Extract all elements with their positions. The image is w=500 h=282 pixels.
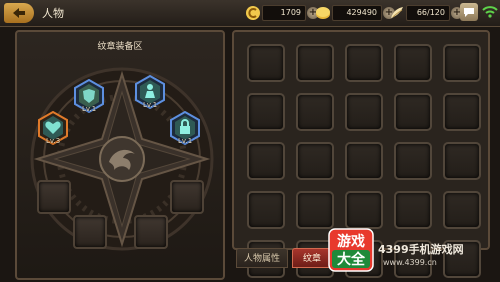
emblem-inventory-panel (232, 30, 490, 278)
inventory-slot[interactable] (443, 44, 481, 82)
page-title: 人物 (42, 7, 64, 20)
crystal-icon (244, 4, 262, 22)
inventory-slot[interactable] (394, 191, 432, 229)
wing-icon (388, 4, 406, 22)
stamina-resource: 66/120 + (388, 4, 463, 22)
inventory-slot[interactable] (247, 142, 285, 180)
emblem-level-label: Lv.3 (46, 137, 61, 145)
wifi-icon (482, 6, 498, 18)
watermark-site-name: 4399手机游戏网 (378, 243, 464, 256)
inventory-slot[interactable] (296, 191, 334, 229)
emblem-badge-lock[interactable]: Lv.1 (170, 110, 200, 146)
stamina-count: 66/120 (406, 5, 450, 21)
inventory-slot[interactable] (247, 93, 285, 131)
inventory-slot[interactable] (394, 44, 432, 82)
tab-emblem[interactable]: 纹章 (292, 248, 332, 268)
emblem-empty-slot[interactable] (73, 215, 107, 249)
top-bar: 人物 1709 + 429490 + 66/120 + (0, 0, 500, 27)
tab-character-attributes[interactable]: 人物属性 (236, 248, 288, 268)
inventory-slot[interactable] (345, 142, 383, 180)
inventory-slot[interactable] (394, 93, 432, 131)
inventory-slot[interactable] (345, 93, 383, 131)
crystal-resource: 1709 + (244, 4, 319, 22)
back-button[interactable] (4, 3, 34, 23)
inventory-slot[interactable] (247, 44, 285, 82)
inventory-slot[interactable] (296, 44, 334, 82)
watermark-url: www.4399.cn (383, 258, 437, 267)
gold-coin-icon (314, 4, 332, 22)
emblem-empty-slot[interactable] (134, 215, 168, 249)
gold-resource: 429490 + (314, 4, 395, 22)
emblem-badge-heart[interactable]: Lv.3 (38, 110, 68, 146)
inventory-slot[interactable] (443, 93, 481, 131)
inventory-slot[interactable] (247, 191, 285, 229)
emblem-level-label: Lv.1 (178, 137, 193, 145)
emblem-badge-shield[interactable]: Lv.1 (74, 78, 104, 114)
inventory-slot[interactable] (443, 142, 481, 180)
svg-text:大全: 大全 (337, 251, 366, 268)
inventory-slot[interactable] (296, 142, 334, 180)
emblem-wheel (30, 67, 214, 251)
emblem-badge-figure[interactable]: Lv.1 (135, 74, 165, 110)
inventory-slot[interactable] (296, 93, 334, 131)
emblem-level-label: Lv.1 (143, 101, 158, 109)
emblem-empty-slot[interactable] (37, 180, 71, 214)
inventory-slot[interactable] (345, 44, 383, 82)
emblem-equip-panel: 纹章装备区 Lv.1 Lv.1 Lv.3 Lv.1 (15, 30, 225, 280)
svg-text:游戏: 游戏 (337, 233, 365, 250)
chat-icon (464, 7, 474, 17)
crystal-count: 1709 (262, 5, 306, 21)
gold-count: 429490 (332, 5, 382, 21)
inventory-slot[interactable] (394, 142, 432, 180)
chat-button[interactable] (460, 3, 478, 21)
inventory-slot[interactable] (345, 191, 383, 229)
back-arrow-icon (13, 8, 25, 18)
emblem-empty-slot[interactable] (170, 180, 204, 214)
watermark-logo: 游戏 大全 (328, 228, 374, 272)
emblem-level-label: Lv.1 (82, 105, 97, 113)
inventory-slot[interactable] (443, 191, 481, 229)
